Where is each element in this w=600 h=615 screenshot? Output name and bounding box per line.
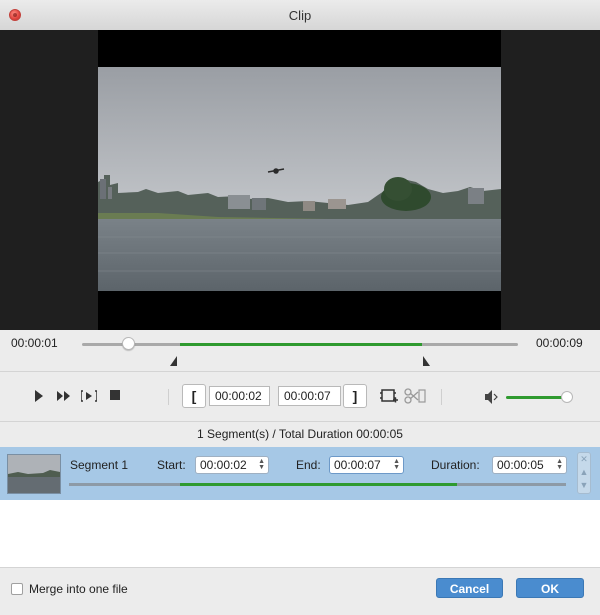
duration-label: Duration: — [431, 458, 480, 472]
move-up-icon[interactable]: ▲ — [578, 466, 590, 479]
range-end-marker[interactable] — [423, 356, 430, 366]
duration-value: 00:00:05 — [497, 458, 544, 472]
segment-end-time-box[interactable]: 00:00:07 — [278, 386, 341, 406]
segment-start-time-box[interactable]: 00:00:02 — [209, 386, 270, 406]
harbor-video-image — [98, 67, 501, 291]
video-preview-area — [0, 30, 600, 330]
segment-list-empty-area — [0, 500, 600, 567]
scissors-icon[interactable] — [404, 387, 426, 405]
film-add-icon[interactable] — [380, 387, 398, 405]
merge-label: Merge into one file — [29, 582, 128, 596]
volume-slider-track[interactable] — [506, 396, 566, 399]
playback-controls: [ 00:00:02 00:00:07 ] — [0, 371, 600, 422]
set-end-button[interactable]: ] — [343, 384, 367, 408]
segment-mini-range — [180, 483, 457, 486]
merge-checkbox[interactable] — [11, 583, 23, 595]
title-bar: Clip — [0, 0, 600, 31]
video-frame[interactable] — [98, 67, 501, 291]
timeline-start-time: 00:00:01 — [11, 336, 58, 350]
cancel-button[interactable]: Cancel — [436, 578, 503, 598]
segments-summary: 1 Segment(s) / Total Duration 00:00:05 — [0, 421, 600, 448]
timeline-selected-range — [180, 343, 422, 346]
segment-thumbnail — [7, 454, 61, 494]
stop-icon[interactable] — [110, 390, 120, 400]
start-time-value: 00:00:02 — [200, 458, 247, 472]
segment-name: Segment 1 — [70, 458, 129, 472]
volume-slider-knob[interactable] — [561, 391, 573, 403]
window-title: Clip — [288, 8, 312, 23]
segment-row[interactable]: Segment 1 Start: 00:00:02 ▲ ▼ End: 00:00:… — [0, 447, 600, 500]
duration-stepper[interactable]: 00:00:05 ▲ ▼ — [492, 456, 567, 474]
range-start-marker[interactable] — [170, 356, 177, 366]
separator — [441, 389, 442, 405]
stepper-arrows-icon[interactable]: ▲ ▼ — [258, 458, 265, 471]
start-time-stepper[interactable]: 00:00:02 ▲ ▼ — [195, 456, 269, 474]
volume-icon[interactable] — [485, 390, 499, 404]
timeline-end-time: 00:00:09 — [536, 336, 583, 350]
ok-button[interactable]: OK — [516, 578, 584, 598]
step-icon[interactable] — [81, 390, 97, 402]
dialog-footer: Merge into one file Cancel OK — [0, 567, 600, 615]
stepper-arrows-icon[interactable]: ▲ ▼ — [393, 458, 400, 471]
play-icon[interactable] — [34, 390, 44, 402]
stepper-arrows-icon[interactable]: ▲ ▼ — [556, 458, 563, 471]
end-time-value: 00:00:07 — [334, 458, 381, 472]
end-label: End: — [296, 458, 321, 472]
move-down-icon[interactable]: ▼ — [578, 479, 590, 492]
set-start-button[interactable]: [ — [182, 384, 206, 408]
remove-segment-icon[interactable]: ✕ — [578, 453, 590, 466]
separator — [168, 389, 169, 405]
playhead-knob[interactable] — [122, 337, 135, 350]
start-label: Start: — [157, 458, 186, 472]
fast-forward-icon[interactable] — [57, 390, 71, 402]
timeline-bar: 00:00:01 00:00:09 — [0, 330, 600, 371]
segment-side-controls: ✕ ▲ ▼ — [577, 452, 591, 494]
end-time-stepper[interactable]: 00:00:07 ▲ ▼ — [329, 456, 404, 474]
